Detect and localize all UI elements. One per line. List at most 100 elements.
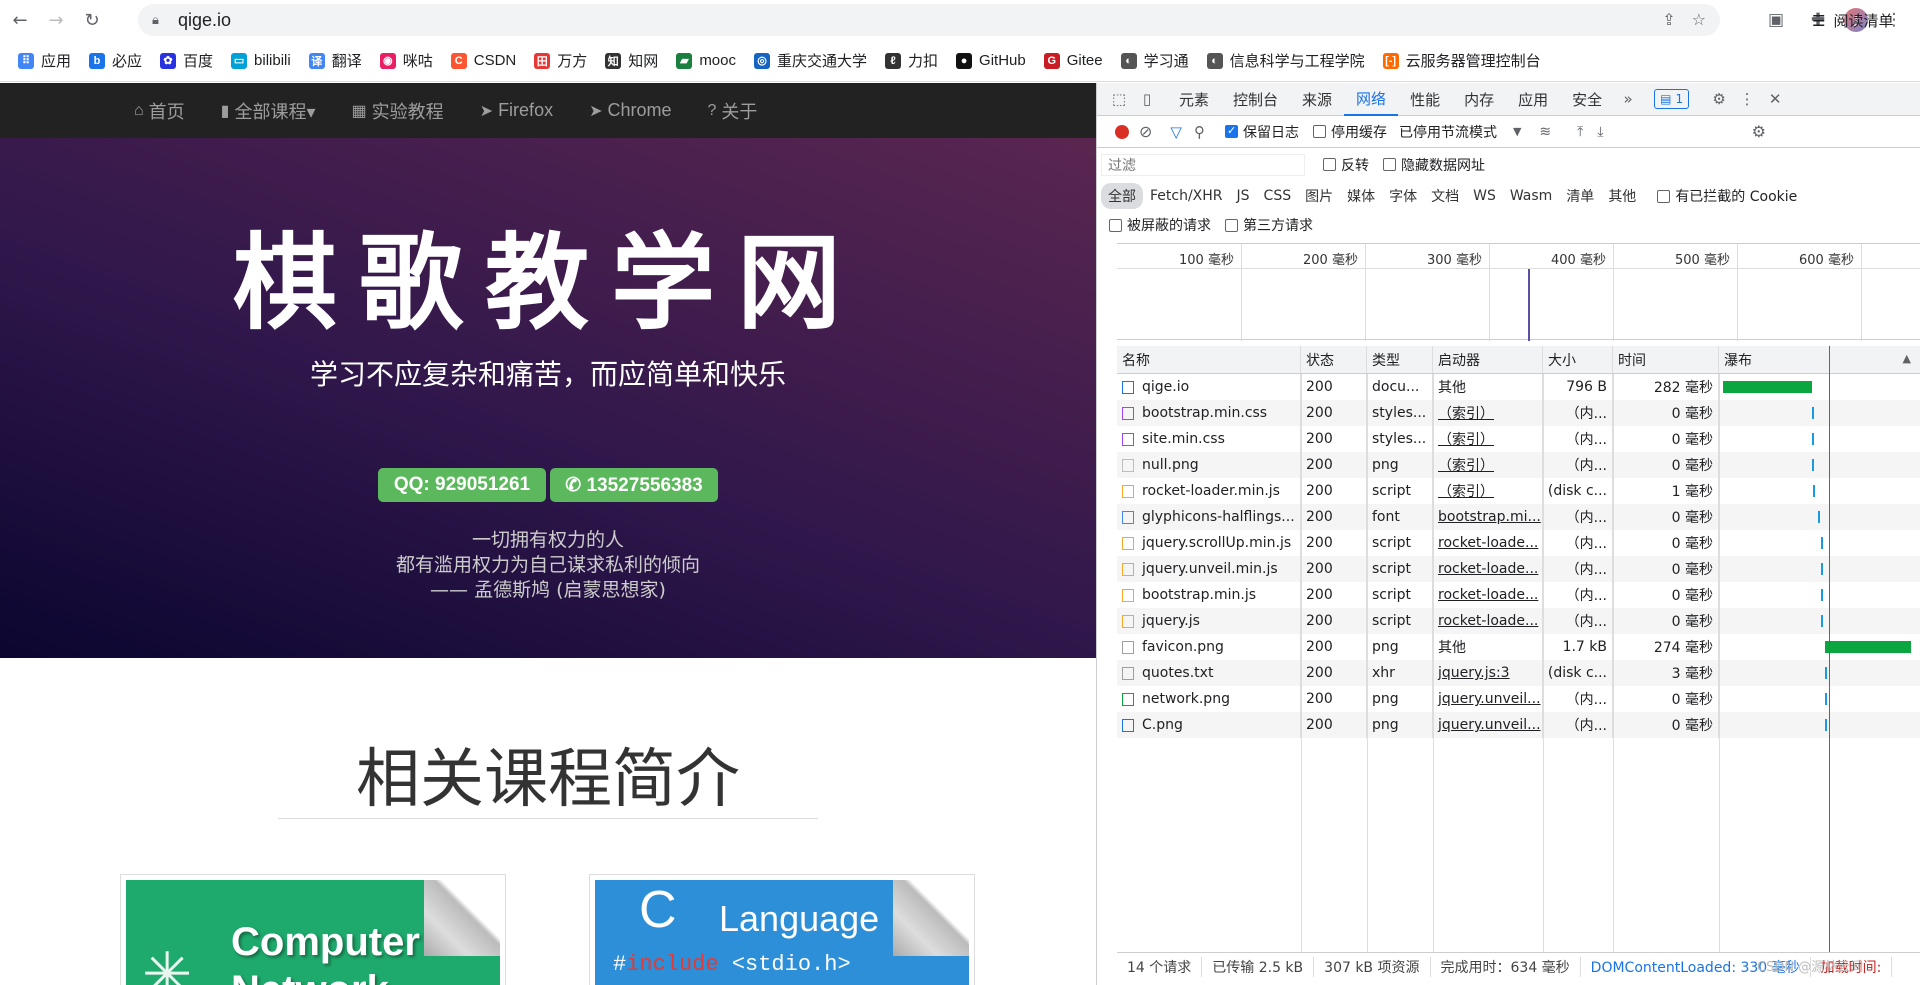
bookmark-star-icon[interactable]: ☆ (1692, 10, 1706, 29)
bookmark-11[interactable]: ℓ 力扣 (885, 50, 938, 71)
third-party-checkbox[interactable] (1225, 218, 1238, 232)
column-header-1[interactable]: 状态 (1301, 346, 1367, 373)
table-row[interactable]: jquery.scrollUp.min.js 200 script rocket-lo… (1117, 530, 1920, 556)
column-header-3[interactable]: 启动器 (1433, 346, 1543, 373)
bookmark-12[interactable]: ● GitHub (956, 52, 1026, 69)
table-row[interactable]: null.png 200 png （索引） （内... 0 毫秒 (1117, 452, 1920, 478)
devtools-tab-6[interactable]: 应用 (1506, 83, 1560, 116)
site-nav-item-2[interactable]: ▦ 实验教程 (352, 98, 444, 124)
type-filter-9[interactable]: Wasm (1503, 185, 1559, 207)
bookmark-15[interactable]: ◐ 信息科学与工程学院 (1206, 50, 1365, 71)
settings-gear-icon[interactable]: ⚙ (1705, 85, 1733, 113)
type-filter-7[interactable]: 文档 (1424, 183, 1466, 209)
type-filter-10[interactable]: 清单 (1559, 183, 1601, 209)
filter-input[interactable] (1101, 153, 1305, 176)
phone-badge[interactable]: ✆ 13527556383 (550, 468, 718, 502)
bookmark-1[interactable]: b 必应 (89, 50, 142, 71)
site-nav-item-5[interactable]: ? 关于 (708, 98, 758, 124)
clear-icon[interactable]: ⊘ (1139, 122, 1152, 141)
table-row[interactable]: bootstrap.min.css 200 styles... （索引） （内... 0 … (1117, 400, 1920, 426)
column-header-5[interactable]: 时间 (1613, 346, 1719, 373)
site-nav-item-1[interactable]: ▮ 全部课程▾ (221, 98, 316, 124)
export-har-icon[interactable]: ⤓ (1597, 124, 1603, 140)
devtools-tab-7[interactable]: 安全 (1560, 83, 1614, 116)
type-filter-11[interactable]: 其他 (1601, 183, 1643, 209)
site-nav-item-0[interactable]: ⌂ 首页 (134, 98, 185, 124)
cell-text[interactable]: （索引） (1438, 403, 1494, 423)
bookmark-16[interactable]: [-] 云服务器管理控制台 (1382, 50, 1541, 71)
cell-text[interactable]: rocket-loade... (1438, 613, 1538, 629)
cell-text[interactable]: rocket-loade... (1438, 535, 1538, 551)
bookmark-2[interactable]: ✿ 百度 (160, 50, 213, 71)
type-filter-0[interactable]: 全部 (1101, 183, 1143, 209)
network-card-image[interactable]: ✳ Computer Network (126, 880, 500, 985)
devtools-tab-2[interactable]: 来源 (1290, 83, 1344, 116)
devtools-tab-3[interactable]: 网络 (1344, 83, 1399, 116)
devtools-menu-icon[interactable]: ⋮ (1733, 85, 1761, 113)
bookmark-14[interactable]: ◐ 学习通 (1120, 50, 1189, 71)
column-header-6[interactable]: 瀑布 (1719, 346, 1920, 373)
cell-text[interactable]: jquery.unveil... (1438, 691, 1541, 707)
cell-text[interactable]: rocket-loade... (1438, 561, 1538, 577)
bookmark-6[interactable]: C CSDN (450, 52, 516, 69)
cell-text[interactable]: （索引） (1438, 429, 1494, 449)
bookmark-5[interactable]: ◉ 咪咕 (379, 50, 433, 71)
type-filter-5[interactable]: 媒体 (1340, 183, 1382, 209)
type-filter-6[interactable]: 字体 (1382, 183, 1424, 209)
device-toggle-icon[interactable]: ▯ (1133, 85, 1161, 113)
preserve-log-checkbox[interactable] (1224, 124, 1238, 138)
hide-data-urls-checkbox[interactable] (1383, 158, 1396, 171)
throttle-select[interactable]: 已停用节流模式 (1399, 122, 1497, 142)
lock-icon[interactable]: 🔒︎ (152, 13, 172, 28)
back-icon[interactable]: ← (4, 4, 36, 36)
c-card-image[interactable]: C Language #include <stdio.h> (595, 880, 969, 985)
table-row[interactable]: rocket-loader.min.js 200 script （索引） (disk c… (1117, 478, 1920, 504)
table-row[interactable]: qige.io 200 docu... 其他 796 B 282 毫秒 (1117, 374, 1920, 400)
record-button[interactable] (1115, 124, 1129, 139)
bookmark-10[interactable]: ◎ 重庆交通大学 (754, 50, 867, 71)
cell-text[interactable]: （索引） (1438, 481, 1494, 501)
table-row[interactable]: site.min.css 200 styles... （索引） （内... 0 毫秒 (1117, 426, 1920, 452)
bookmark-8[interactable]: 知知网 (605, 50, 658, 71)
devtools-tab-5[interactable]: 内存 (1452, 83, 1506, 116)
type-filter-3[interactable]: CSS (1257, 185, 1299, 207)
table-row[interactable]: glyphicons-halflings... 200 font bootstrap.… (1117, 504, 1920, 530)
share-icon[interactable]: ⇪ (1662, 10, 1675, 29)
type-filter-4[interactable]: 图片 (1298, 183, 1340, 209)
reload-icon[interactable]: ↻ (76, 4, 108, 36)
column-header-2[interactable]: 类型 (1367, 346, 1433, 373)
cell-text[interactable]: jquery.js:3 (1438, 665, 1510, 681)
forward-icon[interactable]: → (40, 4, 72, 36)
cell-text[interactable]: （索引） (1438, 455, 1494, 475)
course-card-c[interactable]: C Language #include <stdio.h> (589, 874, 975, 985)
cell-text[interactable]: bootstrap.mi... (1438, 509, 1541, 525)
site-nav-item-4[interactable]: ➤ Chrome (589, 100, 671, 121)
devtools-tab-4[interactable]: 性能 (1398, 83, 1452, 116)
table-row[interactable]: quotes.txt 200 xhr jquery.js:3 (disk c... 3 毫… (1117, 660, 1920, 686)
search-icon[interactable]: ⚲ (1194, 123, 1205, 141)
type-filter-8[interactable]: WS (1466, 185, 1503, 207)
address-bar[interactable]: 🔒︎ qige.io ⇪ ☆ (138, 4, 1720, 36)
table-row[interactable]: network.png 200 png jquery.unveil... （内... 0 … (1117, 686, 1920, 712)
cell-text[interactable]: jquery.unveil... (1438, 717, 1541, 733)
qq-badge[interactable]: QQ: 929051261 (378, 468, 546, 502)
timeline-overview[interactable]: 100 毫秒 200 毫秒 300 毫秒 400 毫秒 500 毫秒 600 毫秒 (1117, 243, 1920, 341)
bookmark-7[interactable]: 田万方 (534, 50, 587, 71)
course-card-network[interactable]: ✳ Computer Network (120, 874, 506, 985)
bookmark-4[interactable]: 译翻译 (308, 50, 362, 71)
table-row[interactable]: jquery.js 200 script rocket-loade... （内... 0 … (1117, 608, 1920, 634)
table-row[interactable]: jquery.unveil.min.js 200 script rocket-load… (1117, 556, 1920, 582)
bookmark-13[interactable]: G Gitee (1043, 52, 1103, 69)
sort-ascending-icon[interactable]: ▲ (1903, 352, 1911, 365)
bookmark-0[interactable]: ⠿ 应用 (18, 50, 71, 71)
inspect-icon[interactable]: ⬚ (1105, 85, 1133, 113)
type-filter-2[interactable]: JS (1230, 185, 1257, 207)
devtools-tab-1[interactable]: 控制台 (1221, 83, 1290, 116)
chevron-down-icon[interactable]: ▼ (1513, 125, 1521, 138)
import-har-icon[interactable]: ⤒ (1577, 124, 1583, 140)
reading-list-button[interactable]: ☰ 阅读清单 (1812, 10, 1893, 31)
site-nav-item-3[interactable]: ➤ Firefox (480, 100, 553, 121)
table-row[interactable]: C.png 200 png jquery.unveil... （内... 0 毫秒 (1117, 712, 1920, 738)
type-filter-1[interactable]: Fetch/XHR (1143, 185, 1230, 207)
network-settings-icon[interactable]: ⚙ (1752, 122, 1766, 141)
